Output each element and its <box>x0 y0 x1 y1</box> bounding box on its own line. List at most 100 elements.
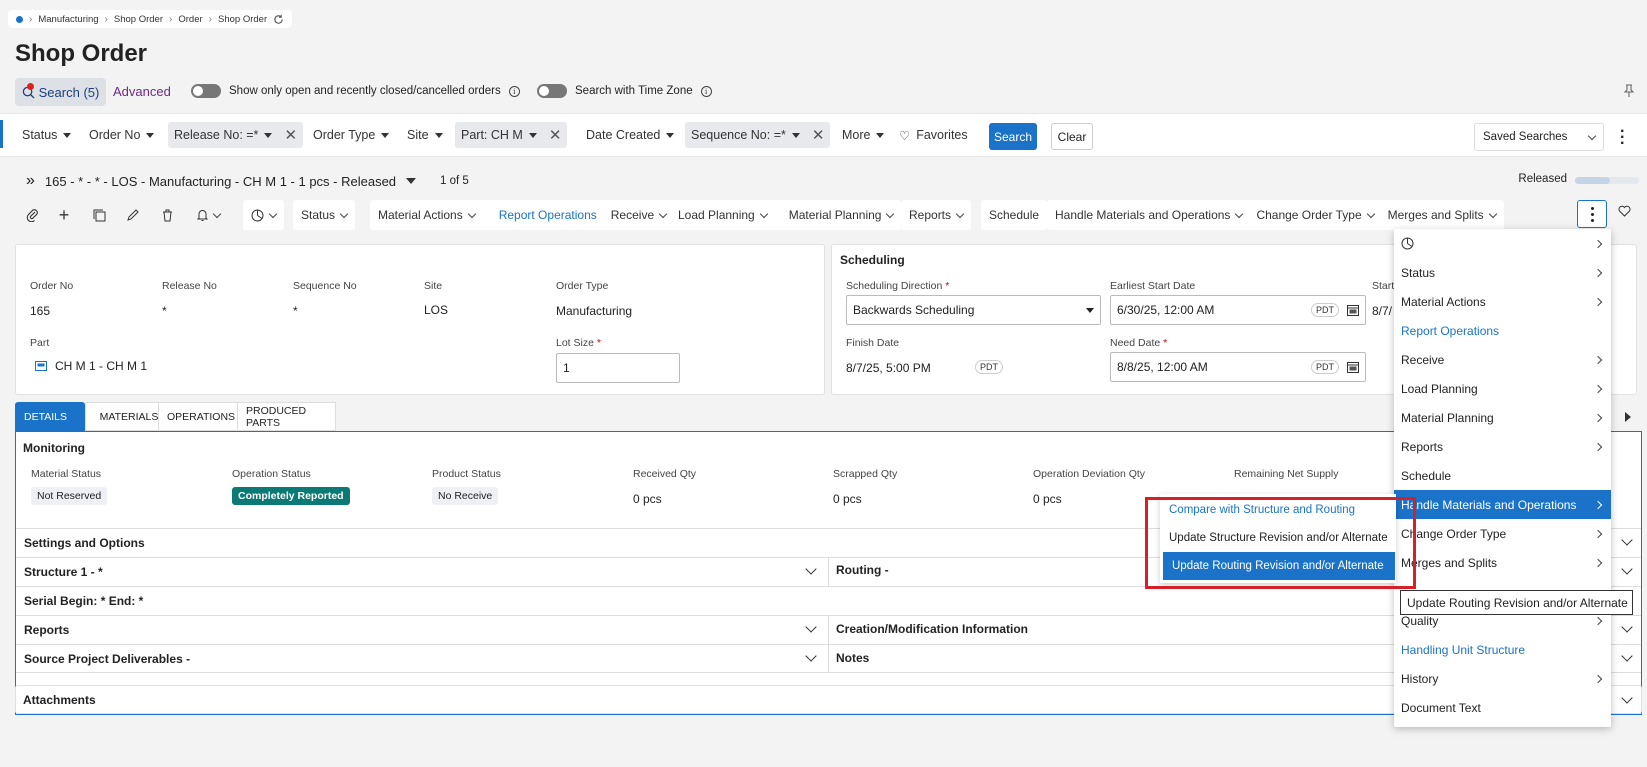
calendar-icon[interactable] <box>1347 304 1359 316</box>
receive-menu[interactable]: Receive <box>611 208 668 222</box>
filter-date-created[interactable]: Date Created <box>580 122 680 148</box>
monitoring-title: Monitoring <box>23 441 85 455</box>
delete-icon[interactable] <box>159 200 175 230</box>
attachment-icon[interactable] <box>24 200 40 230</box>
close-icon[interactable]: ✕ <box>549 126 562 144</box>
tab-produced-parts[interactable]: PRODUCED PARTS <box>237 402 336 431</box>
reports-menu[interactable]: Reports <box>901 200 972 230</box>
notes-title[interactable]: Notes <box>836 651 869 665</box>
menu-item-label: Change Order Type <box>1401 526 1507 541</box>
filter-label: Date Created <box>586 128 661 142</box>
status-menu[interactable]: Status <box>293 200 356 230</box>
menu-item-reports[interactable]: Reports <box>1394 432 1611 461</box>
filter-sequence-no[interactable]: Sequence No: =* ✕ <box>685 122 831 148</box>
expand-navigator-icon[interactable]: » <box>26 172 35 190</box>
status-progress-bar <box>1575 177 1639 184</box>
favorite-heart-icon[interactable] <box>1618 205 1631 217</box>
product-status-label: Product Status <box>432 468 501 480</box>
handle-group: Handle Materials and Operations Change O… <box>1047 200 1504 230</box>
tab-operations[interactable]: OPERATIONS <box>158 402 238 431</box>
material-planning-menu[interactable]: Material Planning <box>789 208 895 222</box>
direction-label-text: Scheduling Direction <box>846 280 943 292</box>
report-operations-link[interactable]: Report Operations <box>499 208 597 222</box>
search-button[interactable]: Search <box>989 123 1037 150</box>
direction-select[interactable]: Backwards Scheduling <box>846 295 1101 325</box>
close-icon[interactable]: ✕ <box>284 126 297 144</box>
site-link[interactable]: LOS <box>424 303 448 317</box>
search-panel-button[interactable]: Search (5) <box>15 78 106 106</box>
menu-item-schedule[interactable]: Schedule <box>1394 461 1611 490</box>
info-icon[interactable]: i <box>700 85 712 97</box>
menu-item-label: Quality <box>1401 613 1439 628</box>
filter-more[interactable]: More <box>836 122 890 148</box>
filter-status[interactable]: Status <box>16 122 77 148</box>
tab-details[interactable]: DETAILS <box>15 402 85 431</box>
breadcrumb: › Manufacturing › Shop Order › Order › S… <box>8 10 293 28</box>
menu-item-handling-unit[interactable]: Handling Unit Structure <box>1394 635 1611 664</box>
commands-menu: Status Material Actions Report Operation… <box>1394 229 1611 727</box>
pin-icon[interactable] <box>1623 84 1635 98</box>
home-icon[interactable] <box>16 15 23 23</box>
filter-order-no[interactable]: Order No <box>83 122 160 148</box>
part-link[interactable]: CH M 1 - CH M 1 <box>35 359 147 373</box>
routing-title[interactable]: Routing - <box>836 563 889 577</box>
earliest-start-input[interactable]: 6/30/25, 12:00 AM PDT <box>1110 295 1366 325</box>
filter-order-type[interactable]: Order Type <box>307 122 395 148</box>
calendar-icon[interactable] <box>1347 361 1359 373</box>
schedule-button[interactable]: Schedule <box>981 200 1048 230</box>
filter-part[interactable]: Part: CH M ✕ <box>455 122 568 148</box>
saved-searches-select[interactable]: Saved Searches <box>1474 123 1604 151</box>
menu-item-report-operations[interactable]: Report Operations <box>1394 316 1611 345</box>
menu-item-merges-splits[interactable]: Merges and Splits <box>1394 548 1611 577</box>
filter-site[interactable]: Site <box>401 122 449 148</box>
menu-item-change-order-type[interactable]: Change Order Type <box>1394 519 1611 548</box>
menu-item-material-actions[interactable]: Material Actions <box>1394 287 1611 316</box>
menu-item-handle-materials[interactable]: Handle Materials and Operations <box>1394 490 1611 519</box>
toolbar-label: Reports <box>909 208 952 222</box>
info-icon[interactable]: i <box>508 85 520 97</box>
menu-item-load-planning[interactable]: Load Planning <box>1394 374 1611 403</box>
chevron-right-icon <box>1593 297 1603 306</box>
menu-item-material-planning[interactable]: Material Planning <box>1394 403 1611 432</box>
menu-item-analytics[interactable] <box>1394 229 1611 258</box>
timezone-toggle[interactable] <box>537 84 567 98</box>
toolbar-label: Change Order Type <box>1256 208 1362 222</box>
highlight-box <box>1145 497 1416 589</box>
more-commands-icon[interactable] <box>1577 200 1607 228</box>
advanced-search-link[interactable]: Advanced <box>113 84 171 99</box>
caret-down-icon[interactable] <box>406 178 417 184</box>
clear-button[interactable]: Clear <box>1051 123 1093 150</box>
open-orders-toggle-group: Show only open and recently closed/cance… <box>191 84 520 98</box>
material-actions-menu[interactable]: Material Actions <box>378 208 476 222</box>
close-icon[interactable]: ✕ <box>812 126 825 144</box>
order-no-value: 165 <box>30 304 51 318</box>
breadcrumb-item[interactable]: Shop Order <box>114 14 163 25</box>
edit-icon[interactable] <box>125 200 141 230</box>
duplicate-icon[interactable] <box>91 200 107 230</box>
add-icon[interactable]: + <box>56 200 72 230</box>
scroll-right-icon[interactable] <box>1625 412 1631 422</box>
need-date-input[interactable]: 8/8/25, 12:00 AM PDT <box>1110 352 1366 382</box>
merges-splits-menu[interactable]: Merges and Splits <box>1388 208 1497 222</box>
favorites-button[interactable]: ♡ Favorites <box>893 122 974 148</box>
timezone-badge: PDT <box>975 360 1003 374</box>
handle-materials-menu[interactable]: Handle Materials and Operations <box>1055 208 1244 222</box>
more-options-icon[interactable]: · · · <box>1620 124 1625 152</box>
refresh-icon[interactable] <box>273 14 284 25</box>
open-orders-toggle[interactable] <box>191 84 221 98</box>
notification-icon[interactable] <box>193 200 223 230</box>
change-order-type-menu[interactable]: Change Order Type <box>1256 208 1375 222</box>
menu-item-status[interactable]: Status <box>1394 258 1611 287</box>
menu-item-history[interactable]: History <box>1394 664 1611 693</box>
lot-size-input[interactable]: 1 <box>556 353 680 383</box>
creation-info-title[interactable]: Creation/Modification Information <box>836 622 1028 636</box>
analytics-dropdown[interactable] <box>243 200 284 230</box>
breadcrumb-item[interactable]: Order <box>178 14 202 25</box>
caret-down-icon <box>264 132 273 138</box>
chevron-right-icon <box>1593 500 1603 509</box>
load-planning-menu[interactable]: Load Planning <box>678 208 768 222</box>
filter-release-no[interactable]: Release No: =* ✕ <box>168 122 304 148</box>
breadcrumb-item[interactable]: Manufacturing <box>38 14 98 25</box>
menu-item-receive[interactable]: Receive <box>1394 345 1611 374</box>
menu-item-document-text[interactable]: Document Text <box>1394 693 1611 722</box>
